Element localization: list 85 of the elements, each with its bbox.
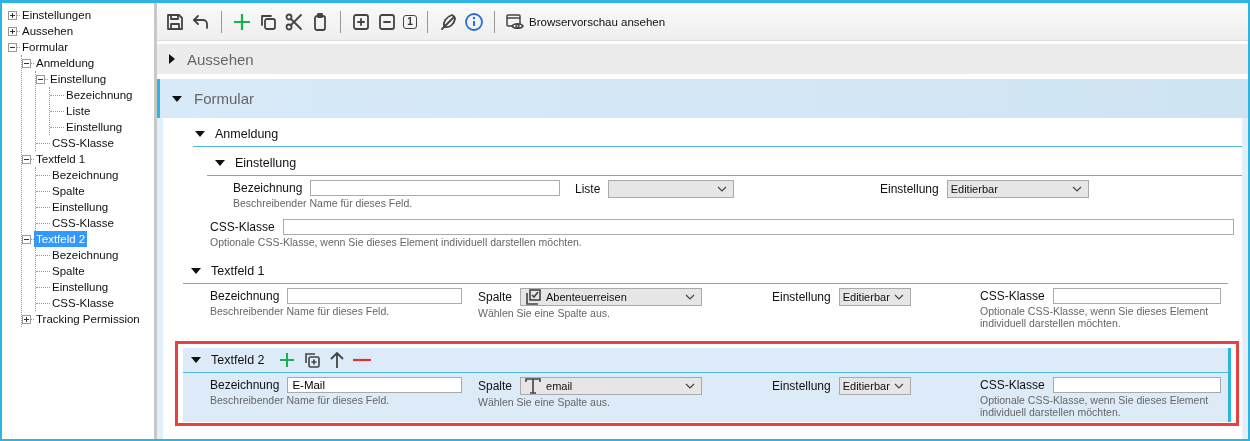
tree-item[interactable]: Bezeichnung [50, 167, 121, 183]
field-hint: Wählen Sie eine Spalte aus. [478, 307, 611, 319]
dropdown[interactable]: email [520, 377, 703, 395]
expanded-triangle-icon[interactable] [191, 268, 201, 274]
field-hint: Beschreibender Name für dieses Feld. [210, 394, 391, 406]
chevron-down-icon [893, 294, 904, 300]
checkbox-icon [524, 288, 543, 306]
field-hint: Wählen Sie eine Spalte aus. [478, 396, 611, 408]
field-label: Spalte [478, 379, 513, 393]
input-field[interactable]: E-Mail [287, 377, 463, 393]
dropdown[interactable]: Editierbar [838, 288, 911, 306]
level-button[interactable]: 1 [403, 14, 417, 29]
section-header[interactable]: Formular [157, 79, 1248, 118]
input-field[interactable] [287, 288, 463, 304]
tree-item[interactable]: Einstellungen [20, 7, 94, 23]
field-hint: Beschreibender Name für dieses Feld. [233, 197, 414, 209]
preview-icon [505, 12, 525, 31]
chevron-down-icon [893, 383, 904, 389]
tree-item[interactable]: CSS-Klasse [50, 135, 116, 151]
section-title: Aussehen [187, 50, 254, 68]
chevron-down-icon [1071, 186, 1082, 192]
expanded-triangle-icon[interactable] [191, 357, 201, 363]
tree-item[interactable]: Einstellung [50, 199, 111, 215]
field-label: CSS-Klasse [980, 289, 1045, 303]
preview-button[interactable]: Browservorschau ansehen [505, 10, 666, 33]
dropdown[interactable]: Abenteuerreisen [520, 288, 703, 306]
tree-item[interactable]: Formular [20, 39, 70, 55]
tree-item[interactable]: Liste [64, 103, 93, 119]
field-label: Einstellung [772, 290, 831, 304]
tree-item[interactable]: Spalte [50, 263, 87, 279]
expanded-triangle-icon[interactable] [215, 160, 225, 166]
section-header[interactable]: Aussehen [157, 44, 1248, 74]
expand-icon[interactable] [8, 10, 17, 20]
tree-item[interactable]: Anmeldung [34, 55, 97, 71]
field-hint: Beschreibender Name für dieses Feld. [210, 305, 391, 317]
collapse-icon[interactable] [36, 74, 45, 84]
input-field[interactable] [1052, 288, 1221, 304]
field-label: Bezeichnung [210, 289, 280, 303]
dropdown[interactable]: Editierbar [838, 377, 911, 395]
tree-item[interactable]: Textfeld 1 [34, 151, 88, 167]
tree-item[interactable]: Einstellung [64, 119, 125, 135]
group-title: Textfeld 1 [211, 264, 265, 278]
tree-item[interactable]: Aussehen [20, 23, 76, 39]
chevron-down-icon [685, 383, 696, 389]
field-hint: Optionale CSS-Klasse, wenn Sie dieses Element individuell darstellen möchten. [210, 236, 583, 248]
section-title: Formular [194, 90, 254, 107]
tree-item[interactable]: Spalte [50, 183, 87, 199]
collapse-icon[interactable] [8, 42, 17, 52]
field-hint: Optionale CSS-Klasse, wenn Sie dieses Element individuell darstellen möchten. [980, 394, 1210, 418]
field-label: Einstellung [880, 182, 939, 196]
collapsed-triangle-icon[interactable] [169, 54, 175, 64]
field-label: Liste [575, 182, 601, 196]
field-label: Bezeichnung [233, 181, 303, 195]
input-field[interactable] [310, 180, 561, 196]
tree-item[interactable]: Bezeichnung [50, 247, 121, 263]
collapse-icon[interactable] [22, 58, 31, 68]
tree-item[interactable]: Bezeichnung [64, 87, 135, 103]
field-label: Einstellung [772, 379, 831, 393]
expanded-triangle-icon[interactable] [195, 131, 205, 137]
field-label: Spalte [478, 290, 513, 304]
text-type-icon [524, 377, 543, 395]
tree-item[interactable]: Einstellung [48, 71, 109, 87]
arrow-up-icon[interactable] [328, 349, 345, 371]
chevron-down-icon [717, 186, 728, 192]
expand-icon[interactable] [22, 314, 31, 324]
tree-item[interactable]: Einstellung [50, 279, 111, 295]
field-hint: Optionale CSS-Klasse, wenn Sie dieses Element individuell darstellen möchten. [980, 305, 1210, 329]
info-icon[interactable] [464, 10, 484, 33]
expand-icon[interactable] [8, 26, 17, 36]
dropdown[interactable]: Editierbar [946, 180, 1089, 198]
expanded-triangle-icon[interactable] [172, 95, 182, 102]
input-field[interactable] [1052, 377, 1221, 393]
tree-item[interactable]: Tracking Permission [34, 311, 142, 327]
field-label: CSS-Klasse [980, 378, 1045, 392]
tree-item[interactable]: CSS-Klasse [50, 215, 116, 231]
tree-item[interactable]: CSS-Klasse [50, 295, 116, 311]
group-title: Textfeld 2 [211, 353, 265, 367]
collapse-icon[interactable] [22, 234, 31, 244]
group-title: Anmeldung [215, 127, 279, 141]
chevron-down-icon [685, 294, 696, 300]
field-label: Bezeichnung [210, 378, 280, 392]
input-field[interactable] [282, 219, 1234, 235]
field-label: CSS-Klasse [210, 220, 275, 234]
group-title: Einstellung [235, 156, 297, 170]
collapse-icon[interactable] [22, 154, 31, 164]
